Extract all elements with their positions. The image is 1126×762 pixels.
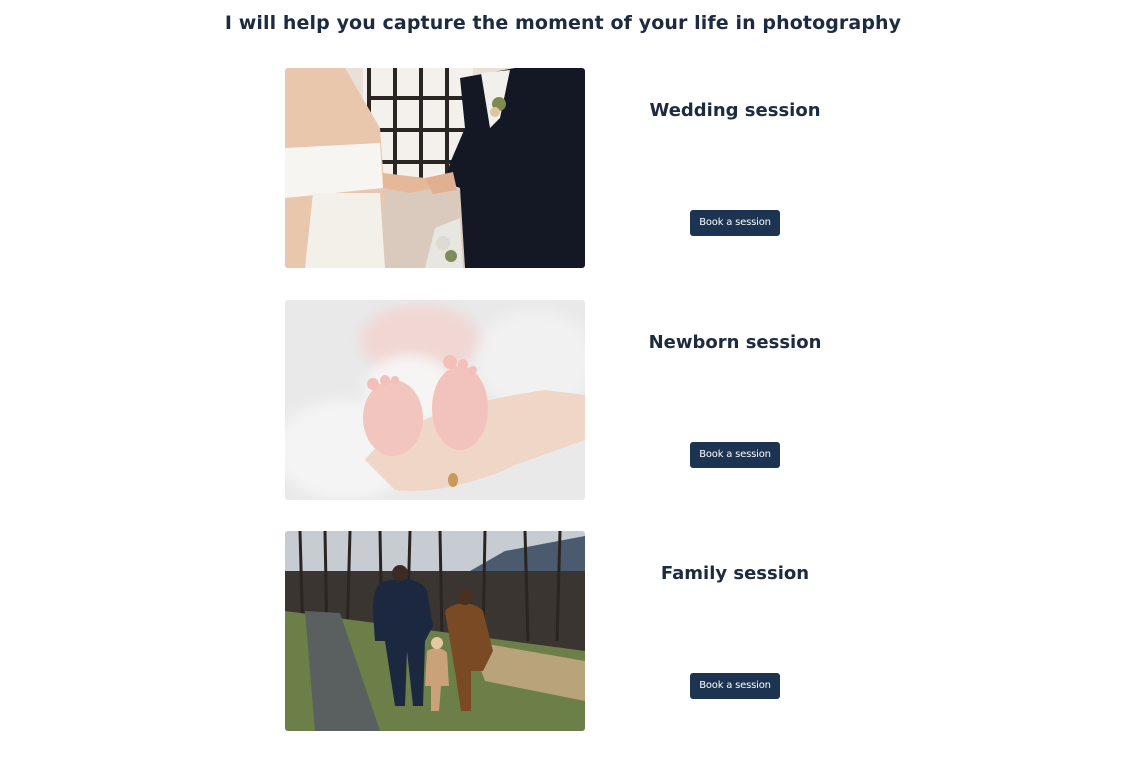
newborn-session-title: Newborn session bbox=[648, 332, 822, 353]
wedding-session-title: Wedding session bbox=[649, 100, 821, 121]
session-card-wedding: Wedding session Book a session bbox=[285, 68, 885, 268]
family-photo bbox=[285, 531, 585, 731]
page-title: I will help you capture the moment of yo… bbox=[224, 12, 902, 34]
wedding-photo bbox=[285, 68, 585, 268]
book-wedding-session-button[interactable]: Book a session bbox=[690, 210, 780, 236]
book-family-session-button[interactable]: Book a session bbox=[690, 673, 780, 699]
book-button-label: Book a session bbox=[699, 680, 771, 691]
book-button-label: Book a session bbox=[699, 217, 771, 228]
session-card-newborn: Newborn session Book a session bbox=[285, 300, 885, 500]
newborn-photo bbox=[285, 300, 585, 500]
family-session-title: Family session bbox=[660, 563, 810, 584]
session-card-family: Family session Book a session bbox=[285, 531, 885, 731]
book-button-label: Book a session bbox=[699, 449, 771, 460]
book-newborn-session-button[interactable]: Book a session bbox=[690, 442, 780, 468]
